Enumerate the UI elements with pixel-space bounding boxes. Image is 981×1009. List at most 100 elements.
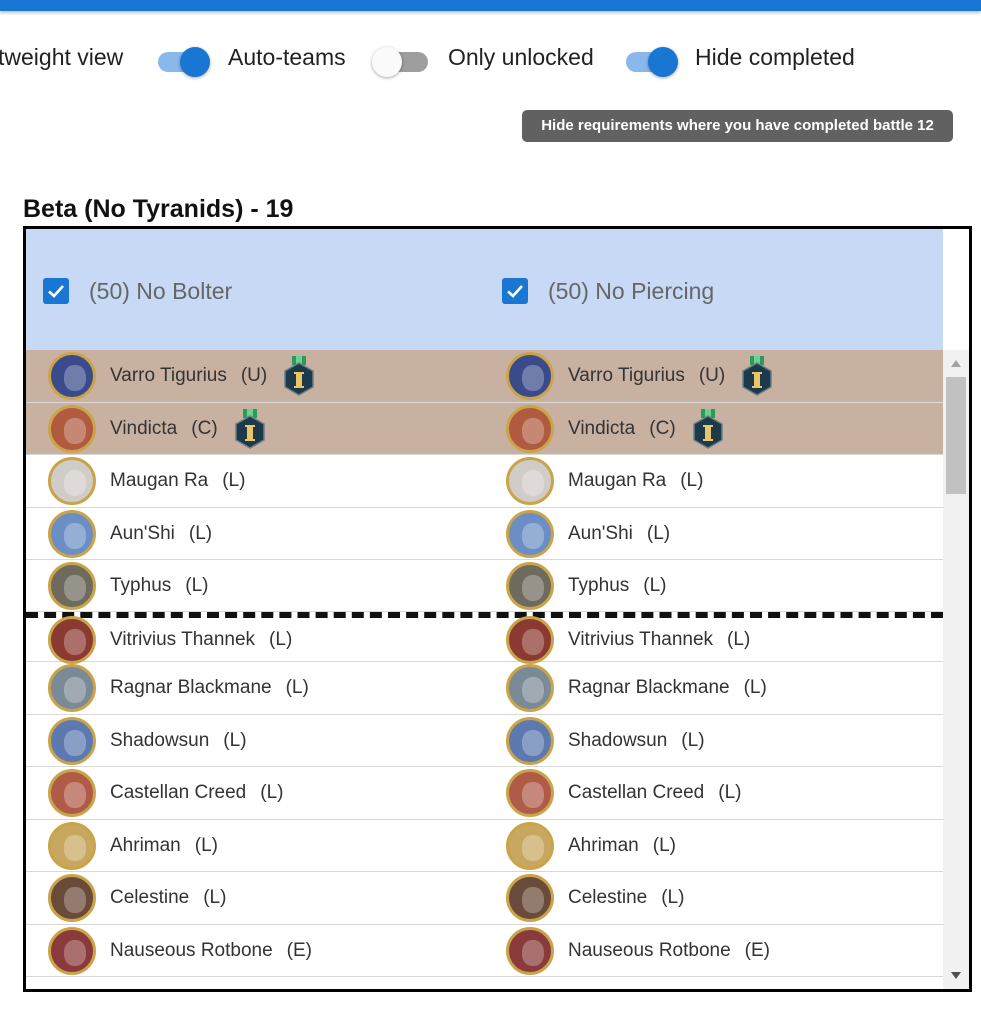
table-row[interactable]: Castellan Creed (L) Castellan Creed (L) — [26, 767, 943, 820]
character-cell[interactable]: Typhus (L) — [506, 560, 667, 611]
character-cell[interactable]: Shadowsun (L) — [506, 715, 705, 766]
character-name: Varro Tigurius — [110, 365, 227, 386]
no-piercing-checkbox[interactable] — [502, 278, 528, 304]
character-cell[interactable]: Maugan Ra (L) — [506, 455, 703, 507]
table-row[interactable]: Shadowsun (L) Shadowsun (L) — [26, 715, 943, 767]
table-row[interactable]: Varro Tigurius (U) Varro Tigurius (U) — [26, 350, 943, 403]
character-cell[interactable]: Ahriman (L) — [48, 820, 218, 871]
character-cell[interactable]: Ahriman (L) — [506, 820, 676, 871]
character-name: Vindicta — [110, 417, 178, 439]
character-avatar — [48, 664, 96, 712]
character-name: Shadowsun — [110, 729, 210, 751]
toggle-thumb — [648, 47, 678, 77]
table-row[interactable]: Nauseous Rotbone (E) Nauseous Rotbone (E) — [26, 925, 943, 977]
character-rarity: (L) — [203, 887, 227, 908]
header-label-1: (50) No Bolter — [89, 277, 233, 304]
only-unlocked-toggle[interactable] — [372, 43, 430, 77]
table-row[interactable]: Ahriman (L) Ahriman (L) — [26, 820, 943, 872]
header-column-1[interactable]: (50) No Bolter — [43, 275, 232, 307]
character-cell[interactable]: Ragnar Blackmane (L) — [48, 662, 309, 714]
character-cell[interactable]: Varro Tigurius (U) — [506, 350, 773, 402]
character-cell[interactable]: Aun'Shi (L) — [506, 508, 670, 559]
character-cell[interactable]: Castellan Creed (L) — [506, 767, 741, 819]
medal-icon — [742, 356, 772, 396]
character-name: Celestine — [110, 887, 190, 908]
character-name: Vindicta — [568, 417, 636, 439]
no-bolter-checkbox[interactable] — [43, 278, 69, 304]
top-app-bar — [0, 0, 981, 11]
character-cell[interactable]: Ragnar Blackmane (L) — [506, 662, 767, 714]
character-avatar — [48, 926, 96, 975]
character-name: Ahriman — [110, 834, 181, 856]
header-label-2: (50) No Piercing — [548, 277, 715, 304]
character-name: Maugan Ra — [568, 470, 667, 491]
character-cell[interactable]: Castellan Creed (L) — [48, 767, 283, 819]
character-avatar — [48, 561, 96, 610]
character-cell[interactable]: Vindicta (C) — [506, 403, 724, 454]
table-body: Varro Tigurius (U) Varro Tigurius (U) Vindic… — [26, 350, 943, 977]
character-avatar — [506, 561, 554, 610]
character-avatar — [506, 615, 554, 664]
character-avatar — [506, 769, 554, 817]
character-name: Maugan Ra — [110, 470, 209, 491]
table-header: (50) No Bolter (50) No Piercing — [26, 229, 943, 350]
character-rarity: (L) — [188, 522, 213, 544]
scroll-thumb[interactable] — [946, 377, 966, 494]
character-cell[interactable]: Aun'Shi (L) — [48, 508, 212, 559]
hide-completed-toggle[interactable] — [622, 43, 680, 77]
character-avatar — [48, 716, 96, 765]
character-name: Ragnar Blackmane — [568, 677, 730, 698]
auto-teams-label: Auto-teams — [228, 44, 346, 70]
table-row[interactable]: Celestine (L) Celestine (L) — [26, 872, 943, 925]
character-avatar — [506, 926, 554, 975]
medal-icon — [692, 408, 723, 449]
character-name: Varro Tigurius — [568, 365, 685, 386]
character-avatar — [506, 874, 554, 922]
character-cell[interactable]: Vitrivius Thannek (L) — [506, 615, 750, 664]
character-rarity: (C) — [191, 417, 218, 439]
character-avatar — [48, 457, 96, 505]
header-column-2[interactable]: (50) No Piercing — [502, 275, 714, 307]
character-name: Vitrivius Thannek — [110, 628, 256, 650]
section-title: Beta (No Tyranids) - 19 — [23, 195, 294, 223]
character-rarity: (L) — [222, 470, 246, 491]
medal-icon — [234, 408, 265, 449]
table-row[interactable]: Aun'Shi (L) Aun'Shi (L) — [26, 508, 943, 560]
toggle-thumb — [180, 47, 210, 77]
character-cell[interactable]: Vitrivius Thannek (L) — [48, 615, 292, 664]
table-row[interactable]: Typhus (L) Typhus (L) — [26, 560, 943, 612]
character-cell[interactable]: Vindicta (C) — [48, 403, 266, 454]
lightweight-view-label: tweight view — [0, 44, 124, 70]
character-rarity: (U) — [240, 365, 268, 386]
table-row[interactable]: Maugan Ra (L) Maugan Ra (L) — [26, 455, 943, 508]
table-row[interactable]: Ragnar Blackmane (L) Ragnar Blackmane (L) — [26, 662, 943, 715]
character-avatar — [506, 664, 554, 712]
character-cell[interactable]: Celestine (L) — [48, 872, 226, 924]
character-rarity: (L) — [646, 522, 671, 544]
character-avatar — [48, 615, 96, 664]
toggle-thumb — [372, 47, 402, 77]
character-rarity: (L) — [643, 574, 667, 596]
character-rarity: (L) — [718, 782, 742, 803]
character-rarity: (L) — [743, 677, 767, 698]
character-cell[interactable]: Maugan Ra (L) — [48, 455, 245, 507]
character-cell[interactable]: Shadowsun (L) — [48, 715, 247, 766]
scroll-up-arrow-icon[interactable] — [951, 360, 961, 367]
character-cell[interactable]: Celestine (L) — [506, 872, 684, 924]
scrollbar[interactable] — [943, 350, 969, 989]
character-cell[interactable]: Typhus (L) — [48, 560, 209, 611]
check-icon — [48, 285, 64, 298]
character-cell[interactable]: Nauseous Rotbone (E) — [48, 925, 312, 976]
character-cell[interactable]: Nauseous Rotbone (E) — [506, 925, 770, 976]
character-rarity: (L) — [661, 887, 685, 908]
character-avatar — [506, 509, 554, 558]
table-row[interactable]: Vitrivius Thannek (L) Vitrivius Thannek (L) — [26, 615, 943, 664]
scroll-down-arrow-icon[interactable] — [951, 972, 961, 979]
character-cell[interactable]: Varro Tigurius (U) — [48, 350, 315, 402]
table-row[interactable]: Vindicta (C) Vindicta (C) — [26, 403, 943, 455]
auto-teams-toggle[interactable] — [154, 43, 212, 77]
character-rarity: (C) — [649, 417, 676, 439]
character-rarity: (L) — [194, 834, 218, 856]
character-rarity: (L) — [185, 574, 209, 596]
character-name: Celestine — [568, 887, 648, 908]
